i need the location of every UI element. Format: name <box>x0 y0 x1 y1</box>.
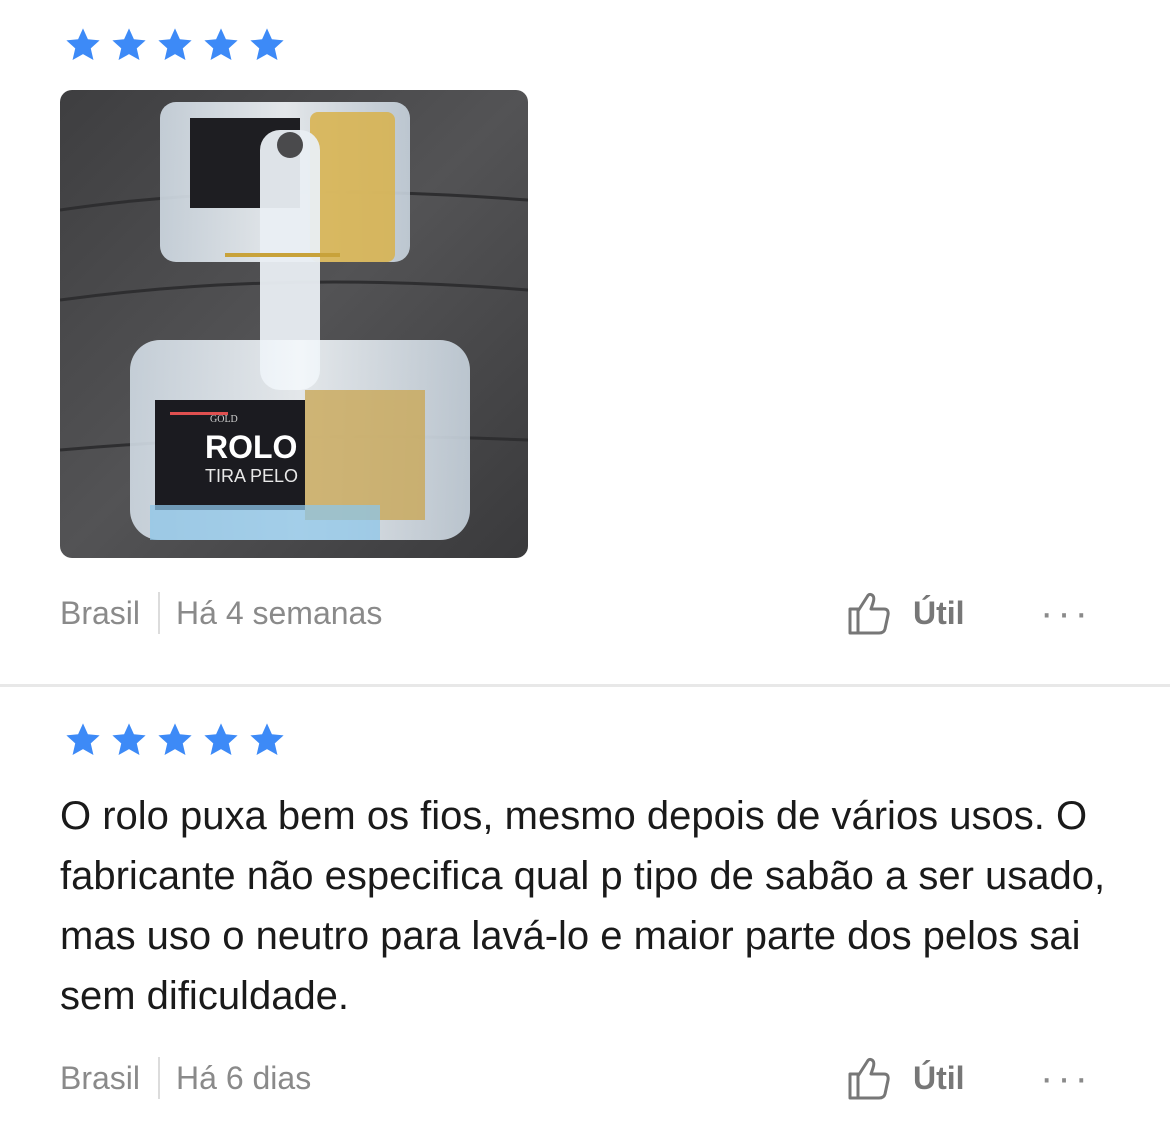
star-icon <box>250 723 284 756</box>
star-icon <box>112 28 146 61</box>
rating-stars <box>60 26 290 64</box>
helpful-button[interactable]: Útil <box>845 1054 965 1102</box>
rating-stars <box>60 721 290 759</box>
star-icon <box>204 28 238 61</box>
meta-divider <box>158 592 161 634</box>
star-icon <box>112 723 146 756</box>
star-icon <box>204 723 238 756</box>
review-meta: Brasil Há 6 dias <box>60 1054 1170 1102</box>
thumbs-up-icon <box>848 1057 890 1100</box>
review-card-1: GOLD ROLO TIRA PELO Brasil Há 4 semanas … <box>0 0 1170 686</box>
review-photo[interactable]: GOLD ROLO TIRA PELO <box>60 90 528 558</box>
thumbs-up-icon <box>848 592 890 635</box>
photo-title-text: ROLO <box>205 429 297 465</box>
lint-roller-photo: GOLD ROLO TIRA PELO <box>60 90 528 558</box>
star-icon <box>158 28 192 61</box>
star-icon <box>66 28 100 61</box>
review-country: Brasil <box>60 1059 141 1096</box>
helpful-label: Útil <box>913 1059 965 1096</box>
star-icon <box>158 723 192 756</box>
review-meta: Brasil Há 4 semanas <box>60 589 1170 637</box>
review-country: Brasil <box>60 594 141 631</box>
helpful-button[interactable]: Útil <box>845 589 965 637</box>
review-date: Há 4 semanas <box>176 594 383 631</box>
more-options-icon[interactable]: ··· <box>1040 1058 1092 1098</box>
star-icon <box>66 723 100 756</box>
star-icon <box>250 28 284 61</box>
meta-divider <box>158 1057 161 1099</box>
review-text: O rolo puxa bem os fios, mesmo depois de… <box>60 794 1106 1018</box>
helpful-label: Útil <box>913 594 965 631</box>
photo-subtitle-text: TIRA PELO <box>205 466 298 486</box>
review-date: Há 6 dias <box>176 1059 312 1096</box>
more-options-icon[interactable]: ··· <box>1040 593 1092 633</box>
photo-brand-text: GOLD <box>210 414 238 425</box>
